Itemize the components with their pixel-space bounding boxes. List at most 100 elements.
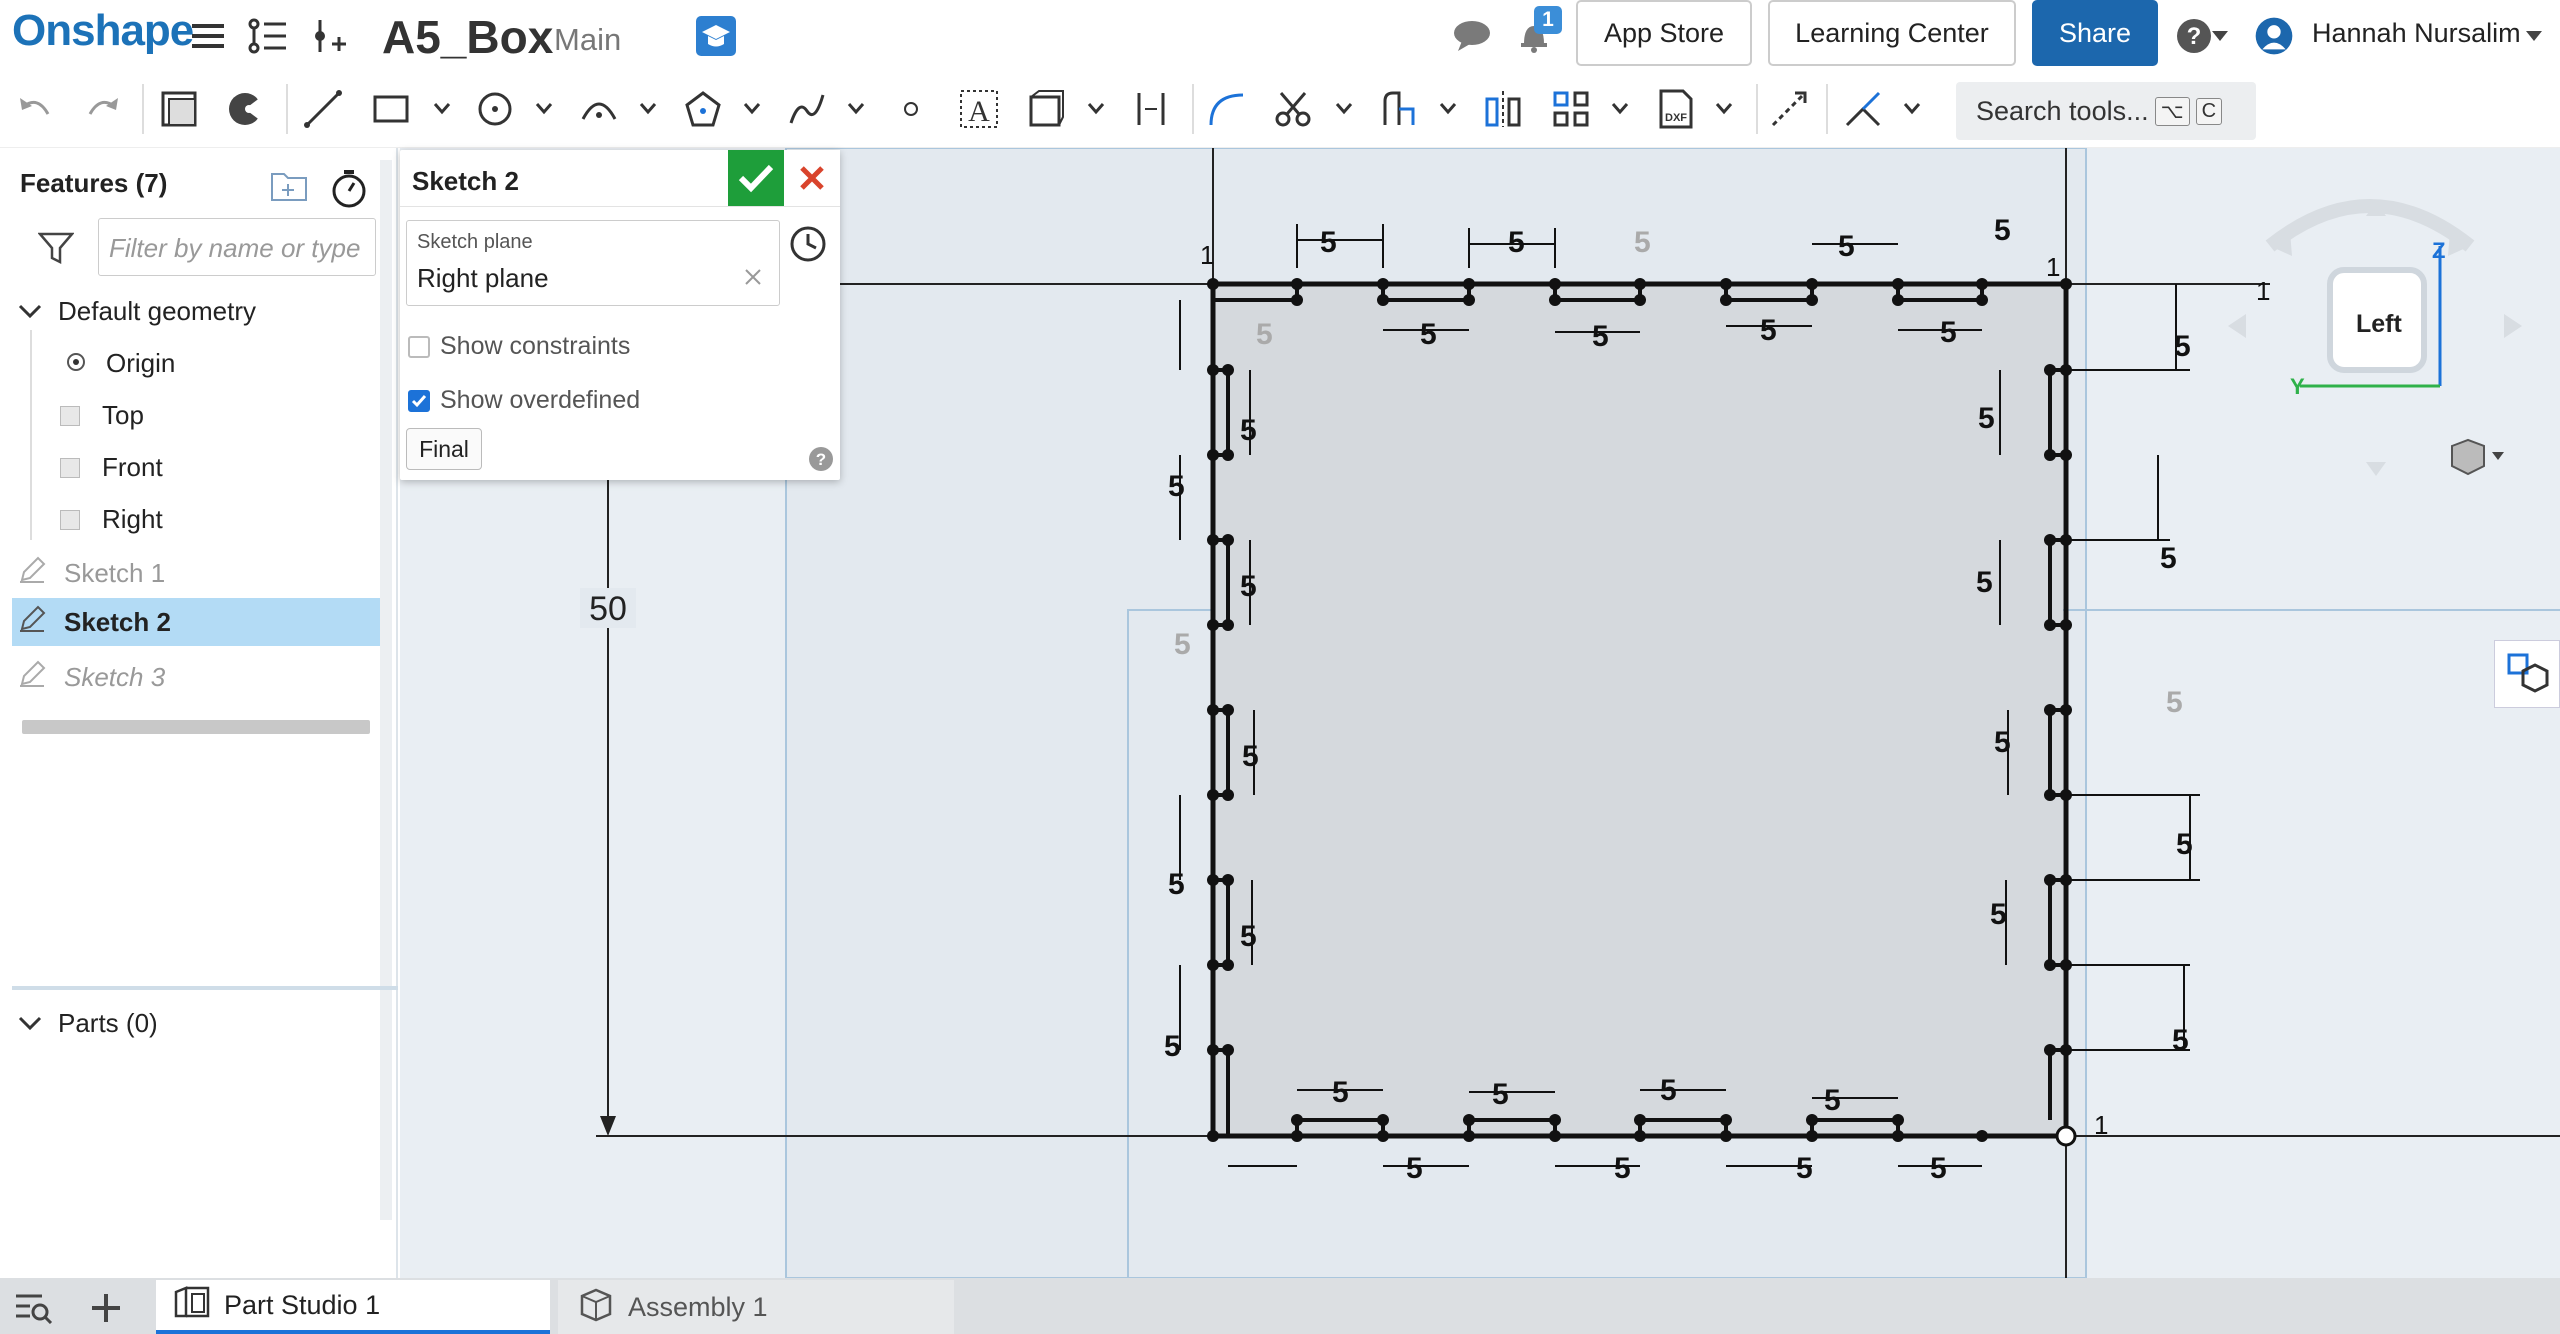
arc-tool-icon[interactable] (576, 86, 622, 132)
dimension-label[interactable]: 5 (1168, 470, 1185, 503)
trim-tool-icon[interactable] (1270, 86, 1316, 132)
dimension-label[interactable]: 5 (1240, 920, 1257, 953)
text-tool-icon[interactable]: A (956, 86, 1002, 132)
dimension-label[interactable]: 5 (1930, 1152, 1947, 1185)
plane-item-top[interactable]: Top (60, 400, 144, 431)
dimension-label[interactable]: 5 (1824, 1084, 1841, 1117)
panel-scrollbar[interactable] (380, 160, 392, 1220)
cancel-button[interactable] (784, 150, 840, 206)
sketch-tools-icon[interactable] (224, 86, 270, 132)
panel-divider[interactable] (12, 986, 398, 990)
tab-part-studio[interactable]: Part Studio 1 (156, 1280, 550, 1334)
dimension-label[interactable]: 5 (1978, 402, 1995, 435)
accept-button[interactable] (728, 150, 784, 206)
use-tool-icon[interactable] (1376, 86, 1422, 132)
dimension-label[interactable]: 5 (1990, 898, 2007, 931)
user-chevron-down-icon[interactable] (2522, 16, 2546, 56)
dimension-label[interactable]: 5 (1240, 570, 1257, 603)
filter-icon[interactable] (37, 232, 75, 266)
clear-x-icon[interactable] (743, 267, 763, 292)
viewcube-face-left[interactable]: Left (2356, 310, 2402, 339)
undo-icon[interactable] (12, 86, 58, 132)
avatar[interactable] (2254, 16, 2294, 56)
polygon-chevron-down-icon[interactable] (742, 98, 762, 118)
search-tools-input[interactable]: Search tools... ⌥ C (1956, 82, 2256, 140)
construction-tool-icon[interactable] (1766, 86, 1812, 132)
offset-chevron-down-icon[interactable] (1086, 98, 1106, 118)
mirror-tool-icon[interactable] (1480, 86, 1526, 132)
dimension-label[interactable]: 5 (1614, 1152, 1631, 1185)
dimension-label[interactable]: 5 (1634, 226, 1651, 259)
version-graph-icon[interactable] (248, 16, 288, 56)
show-constraints-row[interactable]: Show constraints (408, 332, 630, 361)
point-tool-icon[interactable] (888, 86, 934, 132)
parts-group[interactable]: Parts (0) (18, 1008, 158, 1039)
learning-cap-icon[interactable] (696, 16, 736, 56)
dialog-help-icon[interactable]: ? (808, 446, 834, 477)
app-store-button[interactable]: App Store (1576, 0, 1752, 66)
dimension-label[interactable]: 5 (1168, 868, 1185, 901)
use-chevron-down-icon[interactable] (1438, 98, 1458, 118)
sketch-plane-field[interactable]: Sketch plane Right plane (406, 220, 780, 306)
share-button[interactable]: Share (2032, 0, 2158, 66)
dimension-label[interactable]: 5 (1164, 1030, 1181, 1063)
dimension-label[interactable]: 5 (1976, 566, 1993, 599)
user-name[interactable]: Hannah Nursalim (2312, 18, 2521, 49)
tab-manager-icon[interactable] (14, 1290, 54, 1325)
dimension-label[interactable]: 5 (1760, 314, 1777, 347)
dimension-label[interactable]: 5 (1242, 740, 1259, 773)
show-constraints-checkbox[interactable] (408, 335, 430, 358)
render-mode-icon[interactable] (2446, 436, 2506, 480)
arc-chevron-down-icon[interactable] (638, 98, 658, 118)
spline-tool-icon[interactable] (784, 86, 830, 132)
add-tab-icon[interactable] (88, 1290, 124, 1326)
chevron-down-icon[interactable] (18, 296, 46, 327)
final-button[interactable]: Final (406, 428, 482, 470)
polygon-tool-icon[interactable] (680, 86, 726, 132)
sketch-history-icon[interactable] (788, 224, 828, 269)
dimension-label[interactable]: 5 (2160, 542, 2177, 575)
plane-item-front[interactable]: Front (60, 452, 163, 483)
offset-tool-icon[interactable] (1024, 86, 1070, 132)
dimension-label[interactable]: 5 (1332, 1076, 1349, 1109)
height-dimension-label[interactable]: 50 (589, 590, 627, 628)
menu-icon[interactable] (188, 16, 228, 56)
pattern-chevron-down-icon[interactable] (1610, 98, 1630, 118)
rectangle-chevron-down-icon[interactable] (432, 98, 452, 118)
dimension-label[interactable]: 5 (2166, 686, 2183, 719)
constraints-chevron-down-icon[interactable] (1902, 98, 1922, 118)
dimension-tool-icon[interactable] (1128, 86, 1174, 132)
origin-item[interactable]: Origin (66, 348, 175, 379)
show-overdefined-row[interactable]: Show overdefined (408, 386, 640, 415)
pattern-tool-icon[interactable] (1548, 86, 1594, 132)
line-tool-icon[interactable] (300, 86, 346, 132)
onshape-logo[interactable]: Onshape (12, 6, 194, 56)
dimension-label[interactable]: 5 (1406, 1152, 1423, 1185)
spline-chevron-down-icon[interactable] (846, 98, 866, 118)
new-sketch-icon[interactable] (156, 86, 202, 132)
trim-chevron-down-icon[interactable] (1334, 98, 1354, 118)
tab-assembly[interactable]: Assembly 1 (558, 1280, 954, 1334)
dimension-label[interactable]: 5 (1838, 230, 1855, 263)
dimension-label[interactable]: 5 (1256, 318, 1273, 351)
dimension-label[interactable]: 5 (1320, 226, 1337, 259)
document-name[interactable]: A5_Box (382, 10, 553, 64)
dimension-label[interactable]: 5 (1940, 316, 1957, 349)
feature-item-sketch-3[interactable]: Sketch 3 (18, 660, 165, 695)
help-chevron-down-icon[interactable] (2208, 16, 2232, 56)
dimension-label[interactable]: 5 (2172, 1024, 2189, 1057)
fillet-tool-icon[interactable] (1204, 86, 1250, 132)
constraints-tool-icon[interactable] (1840, 86, 1886, 132)
rectangle-tool-icon[interactable] (368, 86, 414, 132)
branch-add-icon[interactable] (310, 16, 350, 56)
dimension-label[interactable]: 5 (1492, 1078, 1509, 1111)
circle-tool-icon[interactable] (472, 86, 518, 132)
branch-name[interactable]: Main (554, 22, 621, 58)
dimension-label[interactable]: 5 (1592, 320, 1609, 353)
show-overdefined-checkbox[interactable] (408, 389, 430, 412)
plane-item-right[interactable]: Right (60, 504, 163, 535)
dimension-label[interactable]: 5 (1994, 214, 2011, 247)
feature-item-sketch-2[interactable]: Sketch 2 (12, 598, 380, 646)
dxf-chevron-down-icon[interactable] (1714, 98, 1734, 118)
redo-icon[interactable] (80, 86, 126, 132)
